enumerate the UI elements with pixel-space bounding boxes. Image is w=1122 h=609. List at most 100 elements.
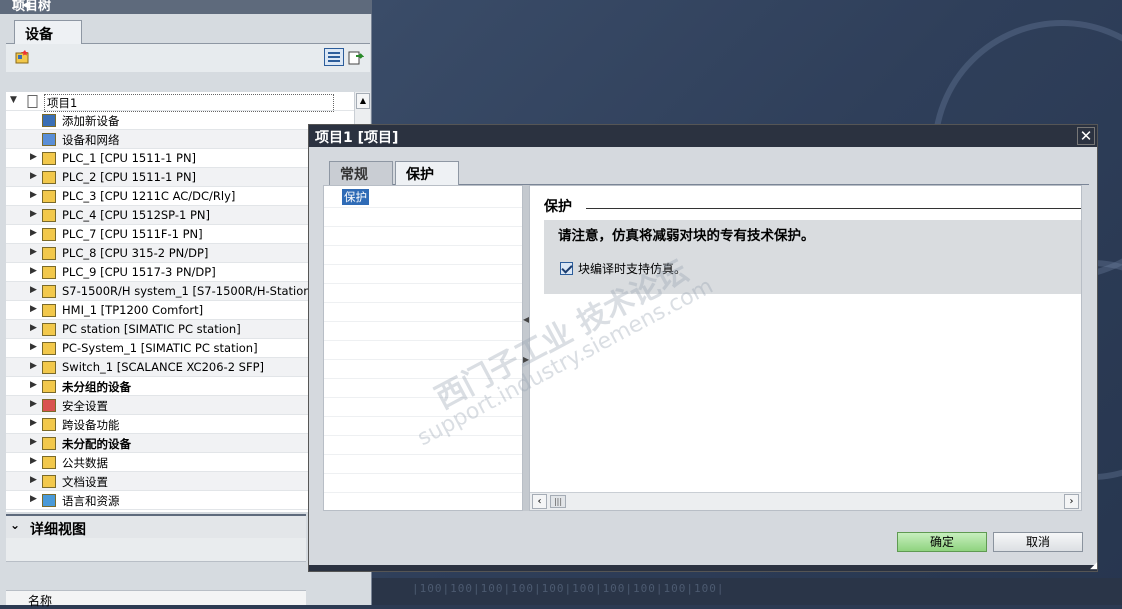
- tab-protection[interactable]: 保护: [395, 161, 459, 185]
- sw-icon: [42, 361, 56, 374]
- tree-row[interactable]: ▶ PLC_1 [CPU 1511-1 PN]: [6, 149, 356, 168]
- tree-row[interactable]: ▶ PC station [SIMATIC PC station]: [6, 320, 356, 339]
- expand-right-icon[interactable]: ▶: [30, 228, 40, 238]
- protection-note: 请注意，仿真将减弱对块的专有技术保护。: [558, 228, 815, 244]
- expand-right-icon[interactable]: ▶: [30, 456, 40, 466]
- content-hscrollbar[interactable]: ‹ ||| ›: [530, 492, 1081, 510]
- plc-icon: [42, 190, 56, 203]
- cancel-button[interactable]: 取消: [993, 532, 1083, 552]
- scroll-left-icon[interactable]: ‹: [532, 494, 547, 509]
- expand-down-icon[interactable]: ▼: [10, 95, 20, 105]
- panel-toolbar: [6, 44, 370, 72]
- detail-column-header[interactable]: 名称: [6, 590, 306, 608]
- detail-view-toolbar: [6, 538, 306, 562]
- pc-icon: [42, 323, 56, 336]
- tree-item-label: PLC_4 [CPU 1512SP-1 PN]: [62, 208, 211, 222]
- collapse-icon[interactable]: ▯ ◀: [12, 0, 366, 11]
- scroll-thumb[interactable]: |||: [550, 495, 566, 508]
- tree-row[interactable]: ▶ PLC_4 [CPU 1512SP-1 PN]: [6, 206, 356, 225]
- tree-item-label: 文档设置: [62, 475, 108, 489]
- simulation-support-checkbox[interactable]: [560, 262, 573, 275]
- tree-item-label: 语言和资源: [62, 494, 120, 508]
- tree-row[interactable]: ▶ 未分组的设备: [6, 377, 356, 396]
- tree-item-label: Switch_1 [SCALANCE XC206-2 SFP]: [62, 360, 264, 374]
- tab-general[interactable]: 常规: [329, 161, 393, 185]
- nav-separator: [324, 454, 522, 455]
- tree-item-label: 未分组的设备: [62, 380, 131, 394]
- expand-right-icon[interactable]: ▶: [30, 399, 40, 409]
- export-icon[interactable]: [348, 49, 364, 65]
- expand-right-icon[interactable]: ▶: [30, 152, 40, 162]
- expand-right-icon[interactable]: ▶: [30, 380, 40, 390]
- tab-devices[interactable]: 设备: [14, 20, 82, 45]
- expand-right-icon[interactable]: ▶: [30, 323, 40, 333]
- tree-row[interactable]: ▶ PLC_9 [CPU 1517-3 PN/DP]: [6, 263, 356, 282]
- detail-view-header[interactable]: ⌄ 详细视图: [6, 514, 306, 538]
- tree-item-label: PLC_2 [CPU 1511-1 PN]: [62, 170, 197, 184]
- tree-row[interactable]: ▶ 安全设置: [6, 396, 356, 415]
- nav-separator: [324, 264, 522, 265]
- expand-right-icon[interactable]: ▶: [30, 285, 40, 295]
- folder-icon: [42, 380, 56, 393]
- doc-icon: [42, 475, 56, 488]
- panel-title-bar: 项目树 ▯ ◀: [0, 0, 372, 14]
- expand-right-icon[interactable]: ▶: [30, 361, 40, 371]
- nav-item-protection[interactable]: 保护: [342, 189, 369, 205]
- tree-root[interactable]: ▼ 项目1: [6, 92, 356, 112]
- chevron-down-icon[interactable]: ⌄: [10, 518, 20, 532]
- expand-right-icon[interactable]: ▶: [30, 418, 40, 428]
- project-properties-dialog: 项目1 [项目] ✕ 常规 保护 保护 ◀ ▶ 保护 请注意，仿真将减弱对块的专…: [308, 124, 1098, 572]
- nav-separator: [324, 340, 522, 341]
- expand-right-icon[interactable]: ▶: [30, 190, 40, 200]
- ok-button[interactable]: 确定: [897, 532, 987, 552]
- tree-row[interactable]: 设备和网络: [6, 130, 356, 149]
- expand-right-icon[interactable]: ▶: [30, 209, 40, 219]
- nav-separator: [324, 492, 522, 493]
- tree-item-label: 安全设置: [62, 399, 108, 413]
- expand-right-icon[interactable]: ▶: [30, 494, 40, 504]
- tree-row[interactable]: ▶ PLC_2 [CPU 1511-1 PN]: [6, 168, 356, 187]
- detail-view-title: 详细视图: [30, 522, 86, 538]
- tree-row[interactable]: ▶ 公共数据: [6, 453, 356, 472]
- section-title: 保护: [544, 199, 572, 215]
- tree-item-label: 公共数据: [62, 456, 108, 470]
- tree-row[interactable]: 添加新设备: [6, 111, 356, 130]
- resize-grip-icon[interactable]: ◢: [1090, 561, 1097, 571]
- expand-right-icon[interactable]: ▶: [30, 475, 40, 485]
- expand-right-icon[interactable]: ▶: [30, 342, 40, 352]
- plc-icon: [42, 209, 56, 222]
- overview-view-icon[interactable]: [324, 48, 344, 66]
- expand-right-icon[interactable]: ▶: [30, 266, 40, 276]
- expand-right-icon[interactable]: ▶: [30, 171, 40, 181]
- tree-row[interactable]: ▶ PLC_3 [CPU 1211C AC/DC/Rly]: [6, 187, 356, 206]
- expand-right-icon[interactable]: ▶: [30, 247, 40, 257]
- project-tree: ▼ 项目1 添加新设备 设备和网络 ▶ PLC_1 [CPU 1511-1 PN] ▶ P…: [6, 92, 356, 512]
- close-icon[interactable]: ✕: [1077, 127, 1095, 145]
- pc-icon: [42, 342, 56, 355]
- tree-row[interactable]: ▶ Switch_1 [SCALANCE XC206-2 SFP]: [6, 358, 356, 377]
- common-icon: [42, 456, 56, 469]
- cross-icon: [42, 418, 56, 431]
- nav-separator: [324, 245, 522, 246]
- tree-row[interactable]: ▶ PC-System_1 [SIMATIC PC station]: [6, 339, 356, 358]
- expand-right-icon[interactable]: ▶: [30, 304, 40, 314]
- tree-row[interactable]: ▶ PLC_8 [CPU 315-2 PN/DP]: [6, 244, 356, 263]
- tree-row[interactable]: ▶ S7-1500R/H system_1 [S7-1500R/H-Station…: [6, 282, 356, 301]
- tree-row[interactable]: ▶ 语言和资源: [6, 491, 356, 510]
- tree-row[interactable]: ▶ PLC_7 [CPU 1511F-1 PN]: [6, 225, 356, 244]
- new-device-icon[interactable]: [14, 49, 30, 65]
- tree-row[interactable]: ▶ 跨设备功能: [6, 415, 356, 434]
- section-header: 保护: [530, 194, 1081, 216]
- scroll-up-icon[interactable]: ▲: [356, 93, 370, 109]
- tree-row[interactable]: ▶ HMI_1 [TP1200 Comfort]: [6, 301, 356, 320]
- tree-root-label: 项目1: [44, 94, 334, 112]
- tree-item-label: HMI_1 [TP1200 Comfort]: [62, 303, 204, 317]
- tree-row[interactable]: ▶ 未分配的设备: [6, 434, 356, 453]
- scroll-right-icon[interactable]: ›: [1064, 494, 1079, 509]
- tree-item-label: 添加新设备: [62, 114, 120, 128]
- lang-icon: [42, 494, 56, 507]
- expand-right-icon[interactable]: ▶: [30, 437, 40, 447]
- dialog-title-bar[interactable]: 项目1 [项目] ✕: [309, 125, 1097, 147]
- tree-row[interactable]: ▶ 文档设置: [6, 472, 356, 491]
- plc-icon: [42, 285, 56, 298]
